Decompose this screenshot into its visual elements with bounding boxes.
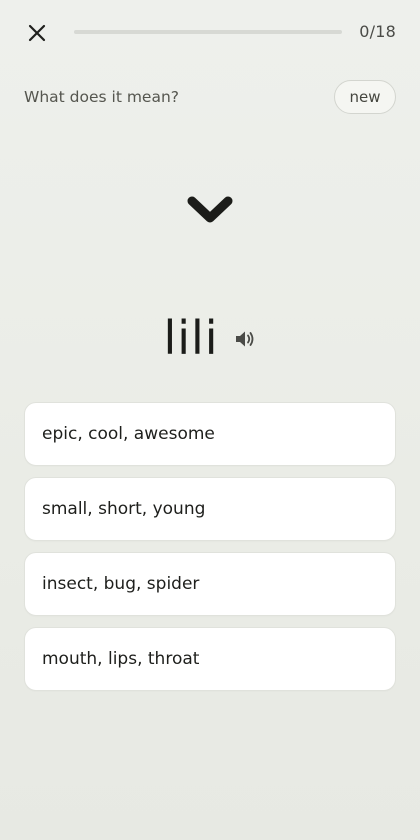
answer-option[interactable]: small, short, young xyxy=(24,477,396,541)
answer-options: epic, cool, awesome small, short, young … xyxy=(24,402,396,702)
answer-option[interactable]: insect, bug, spider xyxy=(24,552,396,616)
answer-option[interactable]: epic, cool, awesome xyxy=(24,402,396,466)
new-badge: new xyxy=(334,80,396,114)
progress-count: 0/18 xyxy=(359,22,396,41)
prompt-row: What does it mean? new xyxy=(0,78,420,118)
chevron-down-icon xyxy=(187,196,233,223)
word-row: lili xyxy=(0,308,420,368)
sitelen-glyph xyxy=(0,190,420,240)
close-icon xyxy=(28,24,46,42)
speaker-icon xyxy=(235,331,253,347)
answer-option[interactable]: mouth, lips, throat xyxy=(24,627,396,691)
close-button[interactable] xyxy=(24,20,50,46)
play-audio-button[interactable] xyxy=(233,327,257,351)
question-text: What does it mean? xyxy=(24,88,180,106)
vocab-word: lili xyxy=(163,311,219,365)
progress-bar xyxy=(74,30,342,34)
top-bar: 0/18 xyxy=(0,0,420,64)
